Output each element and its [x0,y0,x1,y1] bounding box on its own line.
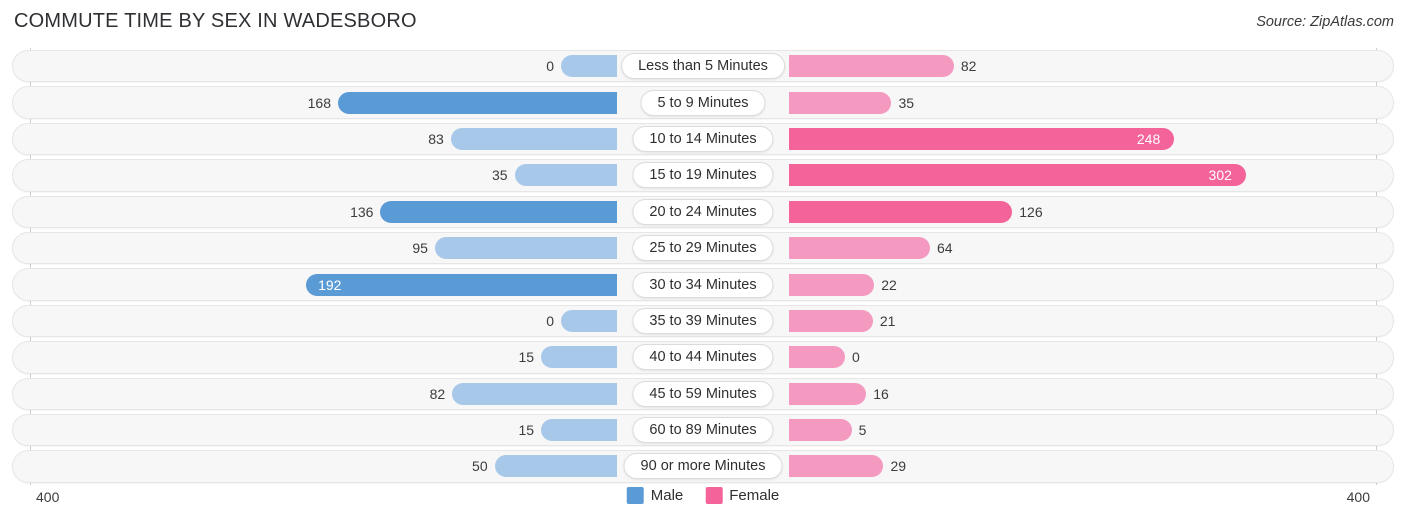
bar-value-female: 35 [898,94,915,111]
chart-row: 0 21 35 to 39 Minutes [0,303,1406,339]
bar-value-female: 21 [879,312,896,329]
chart-row: 50 29 90 or more Minutes [0,448,1406,484]
bar-value-male: 0 [546,312,554,329]
legend: Male Female [626,487,779,504]
row-label-pill: 10 to 14 Minutes [632,125,774,152]
bar-value-male: 15 [518,349,535,366]
axis-label-right: 400 [1346,489,1370,505]
bar-value-male: 168 [307,94,331,111]
chart-root: COMMUTE TIME BY SEX IN WADESBORO Source:… [0,0,1406,523]
bar-male[interactable] [514,164,617,187]
chart-footer: 400 400 Male Female [0,485,1406,523]
source-attribution: Source: ZipAtlas.com [1256,14,1394,30]
chart-row: 15 0 40 to 44 Minutes [0,339,1406,375]
bar-value-female: 5 [858,422,867,439]
row-label-pill: 45 to 59 Minutes [632,380,774,407]
bar-female[interactable] [789,55,954,78]
bar-female[interactable] [789,309,873,332]
bar-value-male: 83 [428,130,444,147]
axis-label-left: 400 [36,489,60,505]
bar-male[interactable] [452,382,617,405]
row-label-pill: 35 to 39 Minutes [632,307,774,334]
bar-value-male: 50 [472,458,488,475]
bar-female[interactable] [789,382,867,405]
bar-male[interactable] [450,127,617,150]
legend-swatch-icon [705,487,723,504]
bar-female[interactable] [789,164,1246,187]
bar-male[interactable] [337,91,617,114]
bar-male[interactable] [541,419,617,442]
bar-value-male: 82 [429,385,446,402]
legend-item[interactable]: Female [705,487,779,504]
legend-label: Female [729,487,780,504]
chart-row: 82 16 45 to 59 Minutes [0,376,1406,412]
chart-row: 95 64 25 to 29 Minutes [0,230,1406,266]
bar-value-male: 15 [518,422,535,439]
bar-value-male: 35 [491,167,508,184]
chart-row: 192 22 30 to 34 Minutes [0,266,1406,302]
rows-container: 0 82 Less than 5 Minutes 168 35 5 to 9 Minute… [0,48,1406,485]
bar-female[interactable] [789,200,1013,223]
row-label-pill: 20 to 24 Minutes [632,198,774,225]
bar-female[interactable] [789,346,845,369]
bar-value-female: 22 [881,276,897,293]
bar-value-female: 64 [936,240,953,257]
bar-female[interactable] [789,273,875,296]
chart-row: 35 302 15 to 19 Minutes [0,157,1406,193]
bar-value-male: 0 [546,58,554,75]
chart-row: 168 35 5 to 9 Minutes [0,84,1406,120]
row-label-pill: 25 to 29 Minutes [632,235,774,262]
bar-male[interactable] [561,309,617,332]
row-label-pill: 5 to 9 Minutes [640,89,766,116]
bar-value-female: 82 [960,58,977,75]
bar-female[interactable] [789,237,930,260]
chart-row: 0 82 Less than 5 Minutes [0,48,1406,84]
bar-male[interactable] [541,346,617,369]
bar-value-male: 95 [412,240,428,257]
bar-female[interactable] [789,455,884,478]
chart-row: 136 126 20 to 24 Minutes [0,194,1406,230]
row-label-pill: 60 to 89 Minutes [632,417,774,444]
bar-female[interactable] [789,127,1175,150]
plot-area: 0 82 Less than 5 Minutes 168 35 5 to 9 Minute… [0,48,1406,485]
chart-row: 15 5 60 to 89 Minutes [0,412,1406,448]
bar-value-male: 136 [350,203,374,220]
page-title: COMMUTE TIME BY SEX IN WADESBORO [14,10,417,32]
bar-value-female: 302 [1208,167,1232,184]
legend-label: Male [650,487,684,504]
bar-male[interactable] [434,237,617,260]
bar-male[interactable] [561,55,617,78]
bar-value-female: 0 [852,349,860,366]
bar-value-female: 126 [1019,203,1043,220]
row-label-pill: 90 or more Minutes [623,453,783,480]
row-label-pill: 15 to 19 Minutes [632,162,774,189]
bar-female[interactable] [789,419,852,442]
bar-value-male: 192 [318,276,342,293]
row-label-pill: Less than 5 Minutes [621,53,785,80]
bar-value-female: 29 [890,458,907,475]
row-label-pill: 40 to 44 Minutes [632,344,774,371]
bar-male[interactable] [380,200,617,223]
bar-male[interactable] [494,455,617,478]
bar-value-female: 16 [873,385,889,402]
chart-row: 83 248 10 to 14 Minutes [0,121,1406,157]
bar-male[interactable] [306,273,617,296]
legend-item[interactable]: Male [626,487,684,504]
row-label-pill: 30 to 34 Minutes [632,271,774,298]
bar-value-female: 248 [1136,130,1161,147]
bar-female[interactable] [789,91,892,114]
legend-swatch-icon [626,487,644,504]
